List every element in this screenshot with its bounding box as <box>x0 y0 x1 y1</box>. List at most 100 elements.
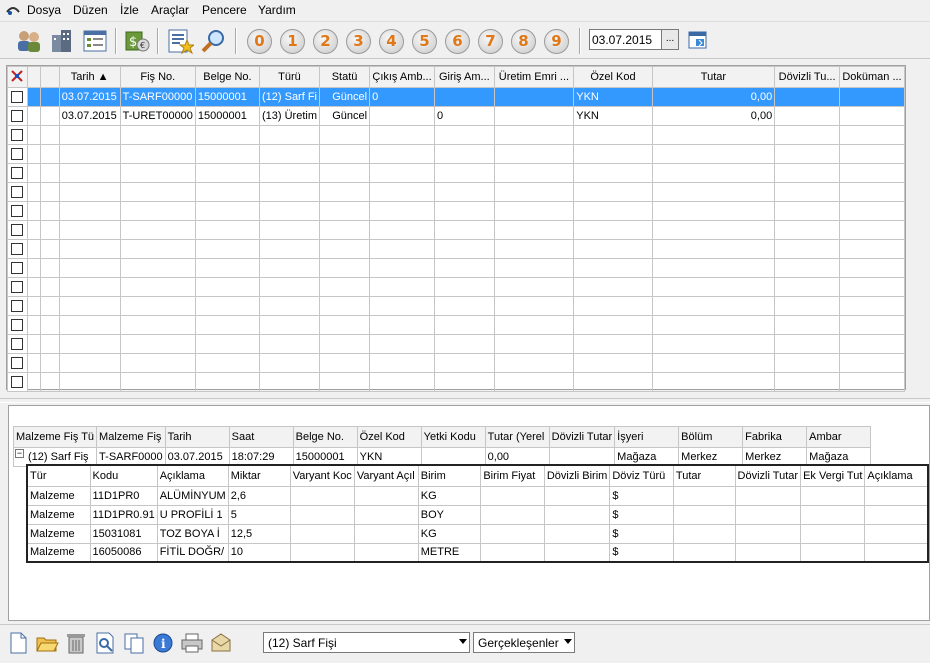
table-cell[interactable] <box>119 353 196 373</box>
table-cell[interactable] <box>774 125 840 145</box>
table-cell[interactable] <box>119 125 196 145</box>
table-cell[interactable] <box>318 163 371 183</box>
table-cell[interactable] <box>369 163 435 183</box>
table-cell[interactable] <box>493 277 575 297</box>
table-cell[interactable] <box>258 201 321 221</box>
table-cell[interactable] <box>774 334 840 354</box>
table-cell[interactable] <box>838 87 906 107</box>
table-cell[interactable] <box>434 182 495 202</box>
table-row[interactable] <box>7 182 906 202</box>
table-cell[interactable]: T-SARF00000 <box>119 87 196 107</box>
line-item-cell[interactable]: 11D1PR0.91 <box>89 504 158 525</box>
date-picker-button[interactable]: ... <box>661 29 679 50</box>
table-cell[interactable] <box>318 201 371 221</box>
number-button-9[interactable]: 9 <box>544 29 569 54</box>
table-cell[interactable] <box>434 201 495 221</box>
line-item-row[interactable]: Malzeme 11D1PR0.91 U PROFİLİ 1 5 BOY $ <box>26 504 929 525</box>
table-cell[interactable] <box>493 87 575 107</box>
table-cell[interactable] <box>369 296 435 316</box>
table-cell[interactable] <box>58 239 121 259</box>
table-cell[interactable] <box>258 277 321 297</box>
table-cell[interactable]: Güncel <box>318 87 371 107</box>
menu-yardim[interactable]: Yardım <box>258 3 296 17</box>
table-cell[interactable] <box>493 163 575 183</box>
table-cell[interactable] <box>318 296 371 316</box>
master-column-header[interactable]: Tutar (Yerel <box>484 426 550 448</box>
table-cell[interactable] <box>838 296 906 316</box>
line-item-cell[interactable] <box>289 485 355 506</box>
row-checkbox[interactable] <box>11 148 24 161</box>
column-header-statu[interactable]: Statü <box>318 66 371 88</box>
table-cell[interactable] <box>58 258 121 278</box>
table-cell[interactable] <box>58 372 121 392</box>
master-column-header[interactable]: Fabrika <box>742 426 808 448</box>
table-cell[interactable]: (12) Sarf Fi <box>258 87 321 107</box>
line-item-cell[interactable] <box>864 542 929 563</box>
line-item-cell[interactable]: $ <box>609 485 674 506</box>
table-cell[interactable] <box>258 220 321 240</box>
line-item-column-header[interactable]: Tür <box>26 464 91 487</box>
open-folder-icon[interactable] <box>35 631 59 655</box>
table-row[interactable] <box>7 353 906 373</box>
table-cell[interactable] <box>258 296 321 316</box>
table-cell[interactable] <box>651 125 776 145</box>
row-checkbox[interactable] <box>11 91 24 104</box>
envelope-icon[interactable] <box>209 631 233 655</box>
line-item-cell[interactable] <box>543 504 611 525</box>
line-item-column-header[interactable]: Miktar <box>227 464 291 487</box>
column-header-cikis-amb[interactable]: Çıkış Amb... <box>369 66 435 88</box>
table-cell[interactable] <box>434 296 495 316</box>
table-cell[interactable] <box>194 334 260 354</box>
number-button-3[interactable]: 3 <box>346 29 371 54</box>
line-item-column-header[interactable]: Birim Fiyat <box>480 464 545 487</box>
line-item-cell[interactable] <box>864 485 929 506</box>
table-cell[interactable] <box>651 239 776 259</box>
app-icon[interactable] <box>6 4 20 19</box>
table-row[interactable] <box>7 163 906 183</box>
table-cell[interactable] <box>58 220 121 240</box>
table-cell[interactable] <box>369 315 435 335</box>
table-cell[interactable] <box>493 144 575 164</box>
table-cell[interactable] <box>838 277 906 297</box>
copy-icon[interactable] <box>122 631 146 655</box>
line-item-cell[interactable]: KG <box>417 485 482 506</box>
table-cell[interactable] <box>651 277 776 297</box>
table-cell[interactable] <box>369 277 435 297</box>
number-button-4[interactable]: 4 <box>379 29 404 54</box>
table-cell[interactable] <box>651 334 776 354</box>
table-cell[interactable] <box>573 353 653 373</box>
table-cell[interactable] <box>258 163 321 183</box>
master-column-header[interactable]: Malzeme Fiş <box>96 426 166 448</box>
table-cell[interactable] <box>573 315 653 335</box>
status-filter-select[interactable]: Gerçekleşenler <box>473 632 575 653</box>
table-cell[interactable] <box>838 125 906 145</box>
line-item-cell[interactable] <box>800 523 866 544</box>
menu-dosya[interactable]: Dosya <box>27 3 61 17</box>
table-cell[interactable] <box>838 315 906 335</box>
table-cell[interactable] <box>573 239 653 259</box>
table-cell[interactable] <box>493 296 575 316</box>
table-cell[interactable] <box>434 87 495 107</box>
table-cell[interactable]: (13) Üretim <box>258 106 321 126</box>
building-icon[interactable] <box>48 27 76 55</box>
table-cell[interactable] <box>369 182 435 202</box>
table-cell[interactable] <box>651 163 776 183</box>
line-item-cell[interactable] <box>672 485 736 506</box>
line-item-cell[interactable] <box>289 542 355 563</box>
table-cell[interactable] <box>573 125 653 145</box>
line-item-cell[interactable]: METRE <box>417 542 482 563</box>
table-cell[interactable] <box>194 201 260 221</box>
print-icon[interactable] <box>180 631 204 655</box>
number-button-2[interactable]: 2 <box>313 29 338 54</box>
line-item-column-header[interactable]: Birim <box>417 464 482 487</box>
line-item-cell[interactable]: Malzeme <box>26 523 91 544</box>
table-cell[interactable] <box>774 372 840 392</box>
line-item-column-header[interactable]: Ek Vergi Tut <box>800 464 866 487</box>
line-item-column-header[interactable]: Varyant Açıl <box>353 464 419 487</box>
table-cell[interactable] <box>119 258 196 278</box>
table-cell[interactable] <box>838 201 906 221</box>
line-item-column-header[interactable]: Kodu <box>89 464 158 487</box>
table-cell[interactable] <box>434 334 495 354</box>
line-item-column-header[interactable]: Açıklama <box>156 464 229 487</box>
column-header-uretim-emri[interactable]: Üretim Emri ... <box>493 66 575 88</box>
